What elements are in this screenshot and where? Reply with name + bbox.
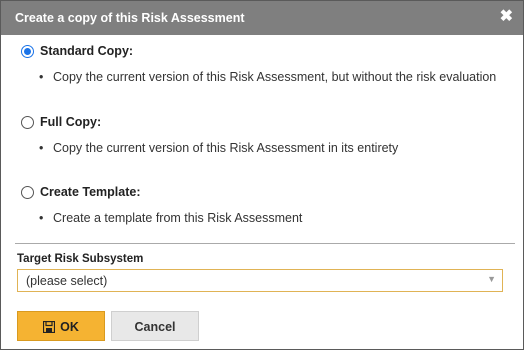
bullet-icon: • xyxy=(39,211,44,225)
copy-dialog: Create a copy of this Risk Assessment ✖ … xyxy=(0,0,524,350)
section-divider xyxy=(15,243,515,244)
cancel-button[interactable]: Cancel xyxy=(111,311,199,341)
radio-create-template[interactable] xyxy=(21,186,34,199)
option-label: Full Copy: xyxy=(40,115,102,129)
radio-standard-copy[interactable] xyxy=(21,45,34,58)
option-description: • Copy the current version of this Risk A… xyxy=(39,141,398,155)
target-subsystem-select[interactable]: (please select) ▼ xyxy=(17,269,503,292)
radio-full-copy[interactable] xyxy=(21,116,34,129)
chevron-down-icon: ▼ xyxy=(487,274,496,284)
ok-label: OK xyxy=(60,320,79,334)
option-description: • Create a template from this Risk Assess… xyxy=(39,211,302,225)
option-label: Standard Copy: xyxy=(40,44,134,58)
cancel-label: Cancel xyxy=(134,320,176,334)
ok-button[interactable]: OK xyxy=(17,311,105,341)
option-description-text: Copy the current version of this Risk As… xyxy=(53,70,497,84)
dialog-titlebar: Create a copy of this Risk Assessment ✖ xyxy=(1,1,523,35)
bullet-icon: • xyxy=(39,70,44,84)
close-icon[interactable]: ✖ xyxy=(500,9,513,25)
option-description-text: Copy the current version of this Risk As… xyxy=(53,141,399,155)
target-subsystem-label: Target Risk Subsystem xyxy=(17,253,144,265)
save-icon xyxy=(43,321,56,333)
option-description-text: Create a template from this Risk Assessm… xyxy=(53,211,303,225)
dialog-title: Create a copy of this Risk Assessment xyxy=(15,11,245,25)
bullet-icon: • xyxy=(39,141,44,155)
option-label: Create Template: xyxy=(40,185,141,199)
select-value: (please select) xyxy=(26,274,108,288)
option-description: • Copy the current version of this Risk A… xyxy=(39,70,496,84)
